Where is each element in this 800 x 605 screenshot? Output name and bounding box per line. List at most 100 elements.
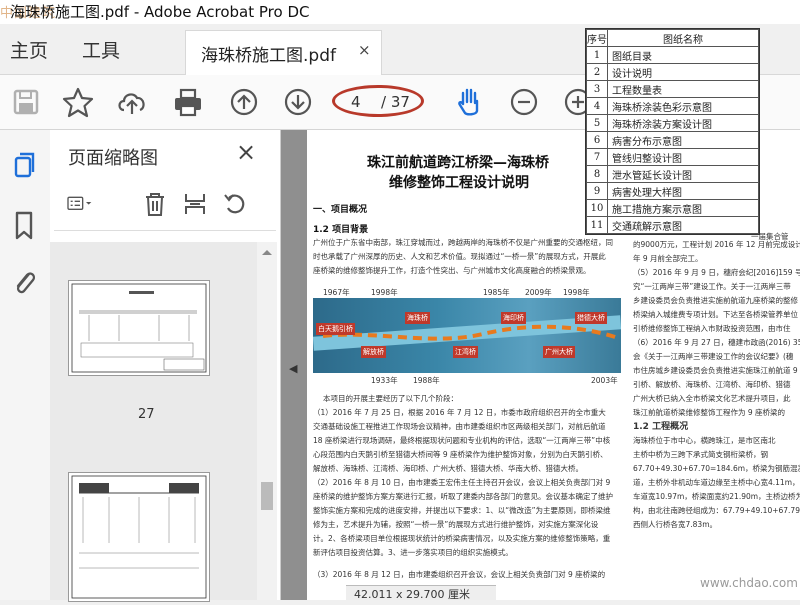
drawing-name: 图纸目录 <box>607 46 759 64</box>
right-column-line: 引桥、解放桥、海珠桥、江湾桥、海印桥、猎德 <box>633 380 791 389</box>
doc-subsection-heading: 1.2 项目背景 <box>313 225 369 235</box>
doc-paragraph-2: 本项目的开展主要经历了以下几个阶段： <box>323 394 458 403</box>
right-column-line: 构，由北往南跨径组成为：67.79+49.10+67.79=18 <box>633 506 800 515</box>
collapse-panel-arrow-icon[interactable]: ◀ <box>289 362 297 375</box>
current-page[interactable]: 4 <box>351 93 361 111</box>
tab-close-button[interactable]: × <box>358 41 371 59</box>
doc-title-line1: 珠江前航道跨江桥梁—海珠桥 <box>367 155 549 171</box>
drawing-name: 施工措施方案示意图 <box>607 199 759 217</box>
table-row: 7 管线归整设计图 <box>586 148 759 166</box>
save-icon[interactable] <box>8 84 44 120</box>
right-column-line: 年 9 月前全部完工。 <box>633 254 703 263</box>
row-number: 9 <box>586 182 608 200</box>
table-row: 8 泄水管延长设计图 <box>586 165 759 183</box>
page-number-field[interactable]: 4 / 37 <box>332 85 424 117</box>
row-number: 2 <box>586 63 608 81</box>
drawing-name: 病害处理大样图 <box>607 182 759 200</box>
drawing-name: 设计说明 <box>607 63 759 81</box>
delete-page-icon[interactable] <box>141 190 169 218</box>
drawing-table: 序号 图纸名称 1 图纸目录 2 设计说明 3 工程数量表 4 海珠桥涂装色彩示意图 5 海珠桥涂… <box>586 29 759 234</box>
table-row: 10 施工措施方案示意图 <box>586 199 759 217</box>
year-label: 1933年 <box>371 376 398 385</box>
row-number: 4 <box>586 97 608 115</box>
drawing-name: 海珠桥涂装色彩示意图 <box>607 97 759 115</box>
drawing-name: 海珠桥涂装方案设计图 <box>607 114 759 132</box>
table-row: 6 病害分布示意图 <box>586 131 759 149</box>
print-icon[interactable] <box>170 84 206 120</box>
right-column-line: 西侧人行桥各宽7.83m。 <box>633 520 718 529</box>
row-number: 7 <box>586 148 608 166</box>
menu-home[interactable]: 主页 <box>10 36 48 63</box>
right-column-line: （5）2016 年 9 月 9 日，穗府会纪[2016]159 号 <box>633 268 800 277</box>
right-column-line: 乡建设委员会负责推进实施前航道九座桥梁的整修 <box>633 296 798 305</box>
previous-page-icon[interactable] <box>226 84 262 120</box>
right-column-line: （6）2016 年 9 月 27 日，穗建市政函(2016) 35 <box>633 338 800 347</box>
panel-divider <box>54 230 276 231</box>
table-row: 4 海珠桥涂装色彩示意图 <box>586 97 759 115</box>
panel-close-button[interactable]: × <box>236 138 256 166</box>
doc-paragraph-4: （2）2016 年 8 月 10 日，由市建委王宏伟主任主持召开会议，会议上相关… <box>313 478 613 557</box>
year-label: 2003年 <box>591 376 618 385</box>
cloud-upload-icon[interactable] <box>114 84 150 120</box>
doc-section-heading: 一、项目概况 <box>313 205 368 215</box>
right-column-line: 市住房城乡建设委员会负责推进实施珠江前航道 9 <box>633 366 798 375</box>
bookmarks-icon[interactable] <box>9 208 39 242</box>
aerial-photo: 白天鹅引桥 解放桥 海珠桥 江湾桥 海印桥 广州大桥 猎德大桥 <box>313 298 621 373</box>
next-page-icon[interactable] <box>280 84 316 120</box>
doc-title-line2: 维修整饰工程设计说明 <box>389 175 529 191</box>
bridge-label: 广州大桥 <box>543 346 575 358</box>
doc-paragraph-1: 广州位于广东省中南部，珠江穿城而过，跨越两岸的海珠桥不仅是广州重要的交通枢纽，同… <box>313 238 613 275</box>
bookmark-star-icon[interactable] <box>60 84 96 120</box>
bridge-label: 海印桥 <box>501 312 526 324</box>
menu-tools[interactable]: 工具 <box>82 36 120 63</box>
table-row: 11 交通疏解示意图 <box>586 216 759 234</box>
drawing-name: 工程数量表 <box>607 80 759 98</box>
site-watermark: www.chdao.com <box>700 576 798 590</box>
page-thumbnail-27[interactable] <box>68 280 210 376</box>
table-row: 9 病害处理大样图 <box>586 182 759 200</box>
rotate-page-icon[interactable] <box>221 190 249 218</box>
right-column-line: 珠江前航道桥梁维修整饰工程作为 9 座桥梁的 <box>633 408 786 417</box>
attachments-icon[interactable] <box>9 264 39 298</box>
panel-title: 页面缩略图 <box>68 148 158 169</box>
drawing-name: 管线归整设计图 <box>607 148 759 166</box>
table-row: 5 海珠桥涂装方案设计图 <box>586 114 759 132</box>
table-row: 2 设计说明 <box>586 63 759 81</box>
tab-document[interactable]: 海珠桥施工图.pdf × <box>185 30 382 75</box>
row-number: 11 <box>586 216 608 234</box>
drawing-name: 泄水管延长设计图 <box>607 165 759 183</box>
drawing-name: 交通疏解示意图 <box>607 216 759 234</box>
right-column-line: 的9000万元，工程计划 2016 年 12 月前完成设计 <box>633 240 800 249</box>
right-column-line: 67.70+49.30+67.70=184.6m，桥梁为钢筋混凝 <box>633 464 800 473</box>
right-column-line: 海珠桥位于市中心，横跨珠江，是市区南北 <box>633 436 776 445</box>
doc-paragraph-5: （3）2016 年 8 月 12 日，由市建委组织召开会议，会议上相关负责部门对… <box>313 570 606 579</box>
right-column-line: 引桥维修整饰工程纳入市财政投资范围，由市住 <box>633 324 791 333</box>
total-pages: / 37 <box>381 93 410 111</box>
page-thumbnails-icon[interactable] <box>7 148 41 182</box>
bridge-label: 白天鹅引桥 <box>316 323 355 335</box>
document-right-column: 钢整桥梁管资桥梁维经济技术指处，保留原，体现现代一届集合管的9000万元，工程计… <box>633 230 800 600</box>
zoom-out-icon[interactable] <box>506 84 542 120</box>
row-number: 6 <box>586 131 608 149</box>
table-header-cell: 序号 <box>586 29 608 47</box>
bridge-label: 江湾桥 <box>453 346 478 358</box>
bridge-label: 解放桥 <box>361 346 386 358</box>
year-label: 1988年 <box>413 376 440 385</box>
right-column-line: 究“一江两岸三带”建设工作。关于一江两岸三带 <box>633 282 791 291</box>
row-number: 8 <box>586 165 608 183</box>
thumbnail-options-icon[interactable] <box>66 190 108 218</box>
bridge-label: 猎德大桥 <box>575 312 607 324</box>
hand-tool-icon[interactable] <box>452 84 488 120</box>
right-column-line: 会《关于一江两岸三带建设工作的会议纪要》(穗 <box>633 352 794 361</box>
title-bar: 中国建筑 海珠桥施工图.pdf - Adobe Acrobat Pro DC <box>0 0 800 24</box>
scrollbar-thumb[interactable] <box>261 482 273 510</box>
right-column-line: 广州大桥已纳入全市桥梁文化艺术提升项目，此 <box>633 394 791 403</box>
right-column-line: 主桥中桥为三跨下承式简支钢桁梁桥，钢 <box>633 450 768 459</box>
table-row: 1 图纸目录 <box>586 46 759 64</box>
extract-pages-icon[interactable] <box>181 190 209 218</box>
thumbnail-list: 27 <box>50 242 257 602</box>
row-number: 1 <box>586 46 608 64</box>
page-thumbnail-28[interactable] <box>68 472 210 602</box>
thumbnails-panel: 页面缩略图 × 27 <box>50 130 281 602</box>
panel-scrollbar[interactable] <box>257 242 277 600</box>
